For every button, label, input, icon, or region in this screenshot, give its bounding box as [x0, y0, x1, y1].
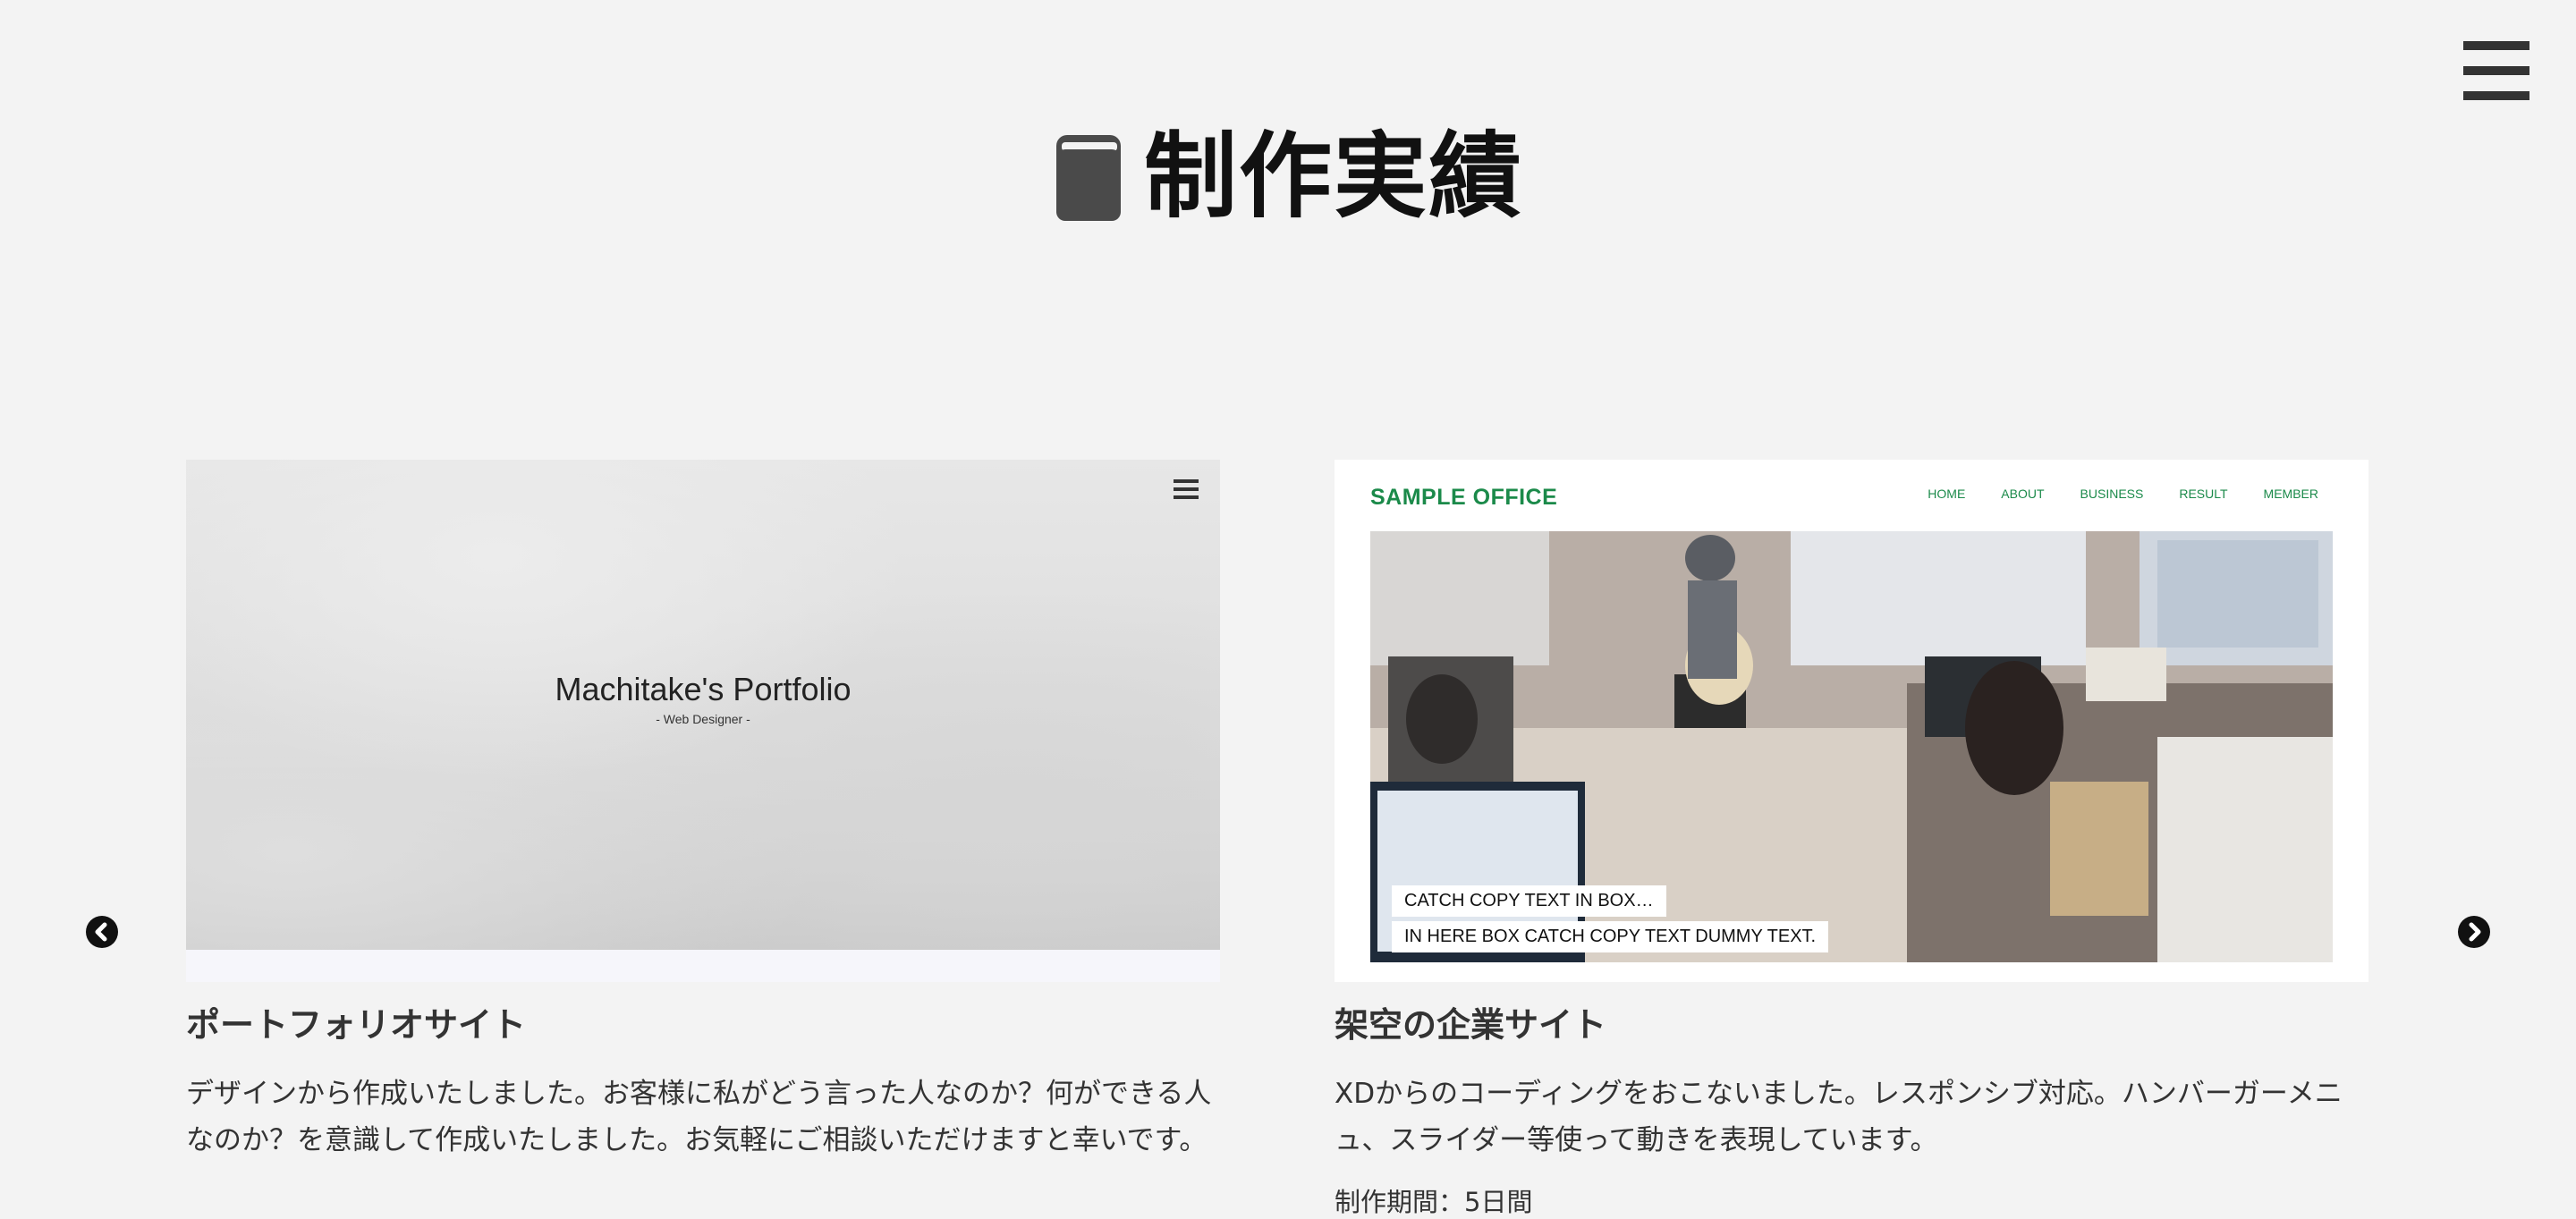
page-title: 制作実績 — [1143, 122, 1523, 231]
section-heading: 制作実績 — [0, 118, 2576, 234]
chevron-left-icon — [95, 922, 107, 942]
work-production-period: 制作期間：5日間 — [1335, 1187, 1533, 1218]
thumbnail-site-title: Machitake's Portfolio — [555, 671, 852, 707]
work-description: XDからのコーディングをおこないました。レスポンシブ対応。ハンバーガーメニュ、ス… — [1335, 1078, 2343, 1157]
thumbnail-nav-item: RESULT — [2179, 487, 2228, 501]
thumbnail-nav-item: BUSINESS — [2080, 487, 2144, 501]
work-thumbnail[interactable]: SAMPLE OFFICE HOME ABOUT BUSINESS RESULT… — [1335, 460, 2368, 982]
thumbnail-nav-item: ABOUT — [2001, 487, 2045, 501]
hamburger-bar — [2463, 41, 2529, 50]
work-title: ポートフォリオサイト — [186, 1005, 527, 1045]
work-title: 架空の企業サイト — [1335, 1005, 1607, 1045]
chevron-right-icon — [2469, 922, 2481, 942]
thumbnail-logo: SAMPLE OFFICE — [1370, 485, 1558, 510]
thumbnail-site-subtitle: - Web Designer - — [656, 712, 750, 726]
book-icon — [1053, 130, 1124, 223]
thumbnail-nav: HOME ABOUT BUSINESS RESULT MEMBER — [1928, 487, 2318, 501]
work-card-office[interactable]: SAMPLE OFFICE HOME ABOUT BUSINESS RESULT… — [1335, 460, 2368, 1219]
slider-next-button[interactable] — [2458, 916, 2490, 948]
thumbnail-nav-item: HOME — [1928, 487, 1966, 501]
thumbnail-nav-item: MEMBER — [2263, 487, 2318, 501]
office-photo: CATCH COPY TEXT IN BOX… IN HERE BOX CATC… — [1370, 531, 2333, 962]
catch-copy-box: IN HERE BOX CATCH COPY TEXT DUMMY TEXT. — [1392, 921, 1829, 952]
hamburger-bar — [2463, 66, 2529, 75]
hamburger-menu-button[interactable] — [2463, 41, 2529, 100]
hamburger-bar — [2463, 91, 2529, 100]
catch-copy-box: CATCH COPY TEXT IN BOX… — [1392, 885, 1666, 917]
work-thumbnail[interactable]: Machitake's Portfolio - Web Designer - — [186, 460, 1220, 982]
work-description: デザインから作成いたしました。お客様に私がどう言った人なのか？何ができる人なのか… — [186, 1078, 1212, 1157]
work-card-portfolio[interactable]: Machitake's Portfolio - Web Designer - ポ… — [186, 460, 1220, 1164]
thumbnail-hamburger-icon — [1174, 479, 1199, 499]
slider-prev-button[interactable] — [86, 916, 118, 948]
